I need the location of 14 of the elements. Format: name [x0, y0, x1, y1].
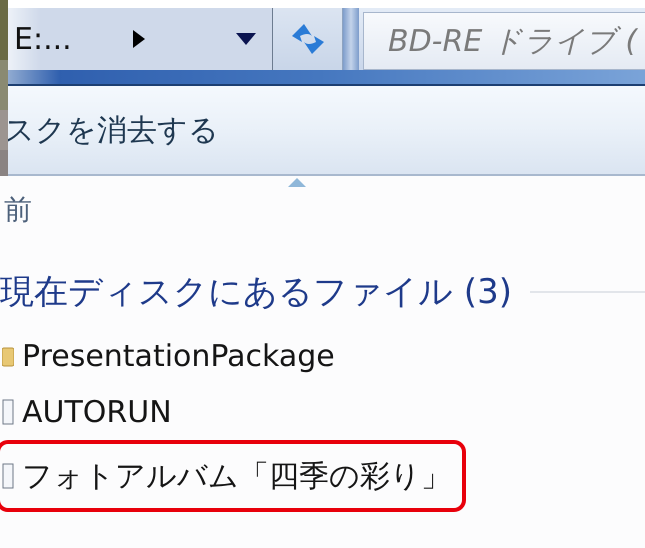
- file-name[interactable]: PresentationPackage: [22, 338, 335, 374]
- file-name[interactable]: AUTORUN: [22, 394, 172, 430]
- dropdown-icon[interactable]: [236, 33, 256, 45]
- refresh-button[interactable]: [273, 8, 343, 70]
- file-name[interactable]: フォトアルバム「四季の彩り」: [22, 456, 451, 496]
- search-field[interactable]: BD-RE ドライブ (: [363, 12, 645, 70]
- column-header[interactable]: 前: [0, 176, 590, 254]
- splitter-handle[interactable]: [343, 8, 359, 70]
- file-row[interactable]: AUTORUN: [0, 384, 436, 440]
- group-header[interactable]: 現在ディスクにあるファイル (3): [0, 269, 512, 315]
- erase-disc-button[interactable]: スクを消去する: [4, 110, 219, 150]
- breadcrumb-item[interactable]: E:...: [14, 22, 72, 56]
- file-row[interactable]: PresentationPackage: [0, 328, 436, 384]
- chevron-icon[interactable]: [132, 29, 146, 49]
